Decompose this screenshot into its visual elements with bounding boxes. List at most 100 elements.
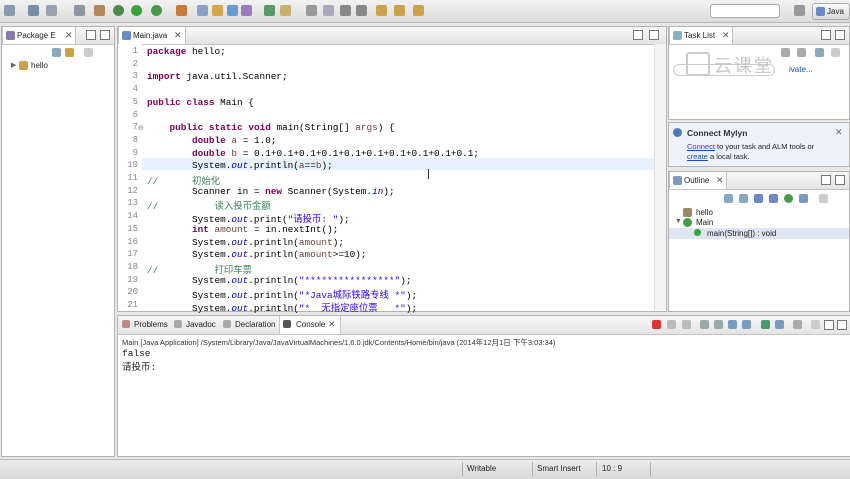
code-line[interactable]: System.out.println("* 无指定座位票 *"); bbox=[147, 300, 417, 314]
next-annotation-icon[interactable] bbox=[340, 5, 351, 16]
code-line[interactable]: double b = 0.1+0.1+0.1+0.1+0.1+0.1+0.1+0… bbox=[147, 148, 479, 159]
debug-icon[interactable] bbox=[113, 5, 124, 16]
code-line[interactable]: package hello; bbox=[147, 46, 226, 57]
outline-item-class[interactable]: Main bbox=[696, 218, 713, 227]
external-tools-icon[interactable] bbox=[176, 5, 187, 16]
minimize-icon[interactable] bbox=[86, 30, 96, 40]
minimize-icon[interactable] bbox=[824, 320, 834, 330]
show-whitespace-icon[interactable] bbox=[306, 5, 317, 16]
collapse-arrow-icon[interactable]: ▼ bbox=[675, 218, 682, 225]
view-menu-icon[interactable] bbox=[831, 48, 840, 57]
editor-overview-ruler[interactable] bbox=[654, 44, 666, 310]
pin-console-icon[interactable] bbox=[761, 320, 770, 329]
tools-icon[interactable] bbox=[94, 5, 105, 16]
hide-local-types-icon[interactable] bbox=[799, 194, 808, 203]
last-edit-icon[interactable] bbox=[376, 5, 387, 16]
run-last-icon[interactable] bbox=[151, 5, 162, 16]
run-icon[interactable] bbox=[131, 5, 142, 16]
close-icon[interactable]: ✕ bbox=[835, 127, 843, 138]
code-line[interactable]: System.out.println(amount); bbox=[147, 237, 344, 248]
console-panel: Problems Javadoc Declaration Console ✕ M… bbox=[117, 315, 850, 457]
new-class-icon[interactable] bbox=[227, 5, 238, 16]
collapse-all-icon[interactable] bbox=[52, 48, 61, 57]
save-icon[interactable] bbox=[28, 5, 39, 16]
close-icon[interactable]: ✕ bbox=[65, 30, 73, 41]
maximize-icon[interactable] bbox=[835, 175, 845, 185]
maximize-icon[interactable] bbox=[837, 320, 847, 330]
close-icon[interactable]: ✕ bbox=[174, 30, 182, 41]
tab-declaration[interactable]: Declaration bbox=[223, 320, 279, 332]
remove-all-icon[interactable] bbox=[682, 320, 691, 329]
show-on-stderr-icon[interactable] bbox=[742, 320, 751, 329]
code-line[interactable]: System.out.println(amount>=10); bbox=[147, 249, 366, 260]
maximize-icon[interactable] bbox=[649, 30, 659, 40]
block-selection-icon[interactable] bbox=[323, 5, 334, 16]
close-icon[interactable]: ✕ bbox=[716, 175, 724, 186]
package-declaration-icon bbox=[683, 208, 692, 217]
code-line[interactable]: System.out.println(a==b); bbox=[147, 160, 333, 171]
activate-link[interactable]: ivate... bbox=[789, 65, 813, 74]
print-icon[interactable] bbox=[74, 5, 85, 16]
minimize-icon[interactable] bbox=[821, 175, 831, 185]
code-line[interactable]: import java.util.Scanner; bbox=[147, 71, 288, 82]
view-menu-icon[interactable] bbox=[84, 48, 93, 57]
outline-item-package[interactable]: hello bbox=[696, 208, 713, 217]
code-line[interactable]: public class Main { bbox=[147, 97, 254, 108]
close-icon[interactable]: ✕ bbox=[722, 30, 730, 41]
connect-link[interactable]: Connect bbox=[687, 142, 715, 151]
previous-annotation-icon[interactable] bbox=[356, 5, 367, 16]
expand-arrow-icon[interactable]: ▶ bbox=[11, 61, 16, 69]
new-java-project-icon[interactable] bbox=[197, 5, 208, 16]
hide-fields-icon[interactable] bbox=[754, 194, 763, 203]
back-icon[interactable] bbox=[394, 5, 405, 16]
open-type-icon[interactable] bbox=[241, 5, 252, 16]
code-line[interactable]: double a = 1.0; bbox=[147, 135, 276, 146]
tab-package-explorer[interactable]: Package E ✕ bbox=[2, 27, 76, 44]
scroll-lock-icon[interactable] bbox=[714, 320, 723, 329]
code-line[interactable]: Scanner in = new Scanner(System.in); bbox=[147, 186, 395, 197]
toggle-mark-occurrences-icon[interactable] bbox=[280, 5, 291, 16]
tab-task-list[interactable]: Task List ✕ bbox=[669, 27, 733, 44]
link-editor-icon[interactable] bbox=[65, 48, 74, 57]
forward-icon[interactable] bbox=[413, 5, 424, 16]
tab-console[interactable]: Console ✕ bbox=[279, 316, 341, 334]
outline-item-method[interactable]: main(String[]) : void bbox=[707, 229, 776, 238]
minimize-icon[interactable] bbox=[821, 30, 831, 40]
view-menu-icon[interactable] bbox=[819, 194, 828, 203]
outline-panel: Outline ✕ hello ▼ Main main(String[]) : … bbox=[668, 171, 850, 312]
close-icon[interactable]: ✕ bbox=[328, 319, 336, 330]
new-package-icon[interactable] bbox=[212, 5, 223, 16]
maximize-icon[interactable] bbox=[100, 30, 110, 40]
hide-non-public-icon[interactable] bbox=[784, 194, 793, 203]
sort-icon[interactable] bbox=[739, 194, 748, 203]
clear-console-icon[interactable] bbox=[700, 320, 709, 329]
quick-access-input[interactable] bbox=[710, 4, 780, 18]
display-console-icon[interactable] bbox=[775, 320, 784, 329]
tab-problems[interactable]: Problems bbox=[122, 320, 174, 332]
code-line[interactable]: int amount = in.nextInt(); bbox=[147, 224, 338, 235]
hide-static-icon[interactable] bbox=[769, 194, 778, 203]
terminate-icon[interactable] bbox=[652, 320, 661, 329]
collapse-all-icon[interactable] bbox=[815, 48, 824, 57]
fold-toggle-icon[interactable]: ⊖ bbox=[138, 124, 144, 132]
code-line[interactable]: System.out.println("****************"); bbox=[147, 275, 411, 286]
minimize-icon[interactable] bbox=[633, 30, 643, 40]
open-console-icon[interactable] bbox=[793, 320, 802, 329]
project-hello[interactable]: hello bbox=[31, 61, 48, 70]
maximize-icon[interactable] bbox=[835, 30, 845, 40]
new-icon[interactable] bbox=[4, 5, 15, 16]
create-link[interactable]: create bbox=[687, 152, 708, 161]
filter-icon[interactable] bbox=[797, 48, 806, 57]
java-perspective-button[interactable]: Java bbox=[812, 3, 850, 20]
open-perspective-icon[interactable] bbox=[794, 5, 805, 16]
tab-javadoc[interactable]: Javadoc bbox=[174, 320, 222, 332]
show-on-stdout-icon[interactable] bbox=[728, 320, 737, 329]
remove-launch-icon[interactable] bbox=[667, 320, 676, 329]
tab-main-java[interactable]: Main.java ✕ bbox=[118, 27, 186, 44]
search-icon[interactable] bbox=[264, 5, 275, 16]
code-line[interactable]: public static void main(String[] args) { bbox=[147, 122, 395, 133]
collapse-all-icon[interactable] bbox=[724, 194, 733, 203]
tab-outline[interactable]: Outline ✕ bbox=[669, 172, 727, 189]
save-all-icon[interactable] bbox=[46, 5, 57, 16]
view-menu-icon[interactable] bbox=[811, 320, 820, 329]
